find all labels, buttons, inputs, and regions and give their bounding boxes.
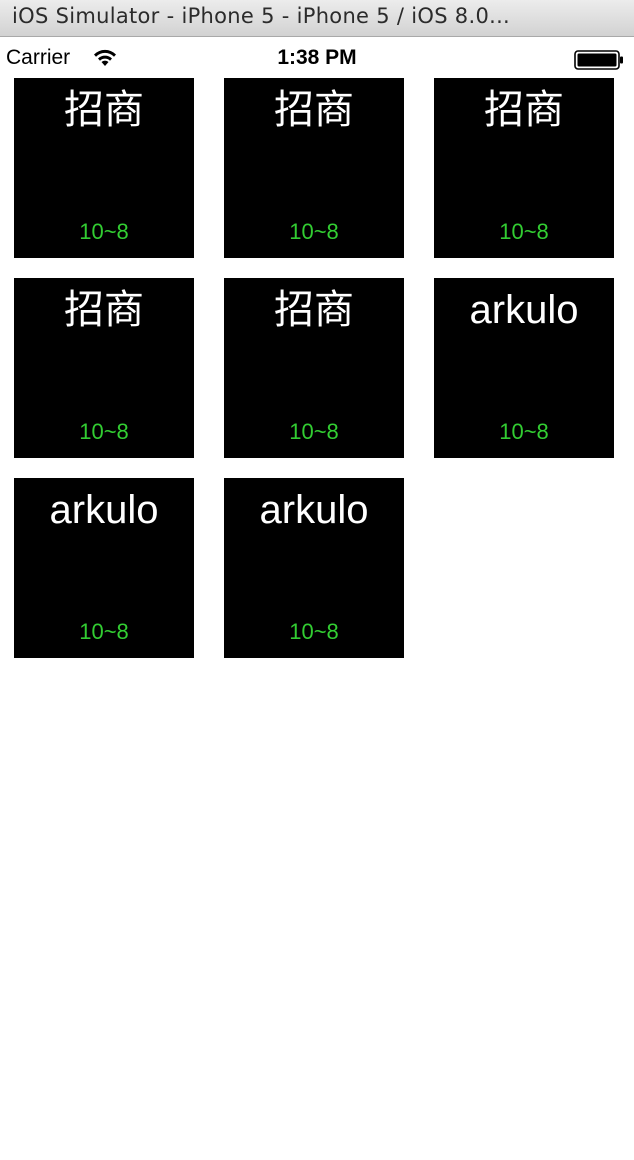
tile-title: arkulo: [259, 488, 369, 532]
grid-tile[interactable]: 招商 10~8: [434, 78, 614, 258]
tile-subtitle: 10~8: [499, 219, 549, 244]
tile-subtitle: 10~8: [79, 419, 129, 444]
tile-title: 招商: [64, 287, 144, 333]
tile-title: arkulo: [49, 488, 159, 532]
grid-tile[interactable]: 招商 10~8: [224, 278, 404, 458]
status-bar: Carrier 1:38 PM: [0, 38, 634, 78]
tile-title: 招商: [64, 87, 144, 133]
tile-subtitle: 10~8: [79, 619, 129, 644]
grid-tile[interactable]: 招商 10~8: [14, 78, 194, 258]
tile-subtitle: 10~8: [289, 219, 339, 244]
grid-tile[interactable]: 招商 10~8: [224, 78, 404, 258]
battery-icon: [574, 50, 623, 70]
tile-subtitle: 10~8: [499, 419, 549, 444]
window-title: iOS Simulator - iPhone 5 - iPhone 5 / iO…: [12, 4, 511, 28]
tile-title: arkulo: [469, 288, 579, 332]
simulator-title-bar: iOS Simulator - iPhone 5 - iPhone 5 / iO…: [0, 0, 634, 37]
tile-title: 招商: [274, 287, 354, 333]
tile-title: 招商: [484, 87, 564, 133]
grid-tile[interactable]: arkulo 10~8: [14, 478, 194, 658]
grid-tile[interactable]: arkulo 10~8: [224, 478, 404, 658]
status-time: 1:38 PM: [277, 46, 357, 69]
grid-tile[interactable]: 招商 10~8: [14, 278, 194, 458]
tile-title: 招商: [274, 87, 354, 133]
tile-subtitle: 10~8: [289, 619, 339, 644]
tile-subtitle: 10~8: [289, 419, 339, 444]
tile-subtitle: 10~8: [79, 219, 129, 244]
grid-tile[interactable]: arkulo 10~8: [434, 278, 614, 458]
